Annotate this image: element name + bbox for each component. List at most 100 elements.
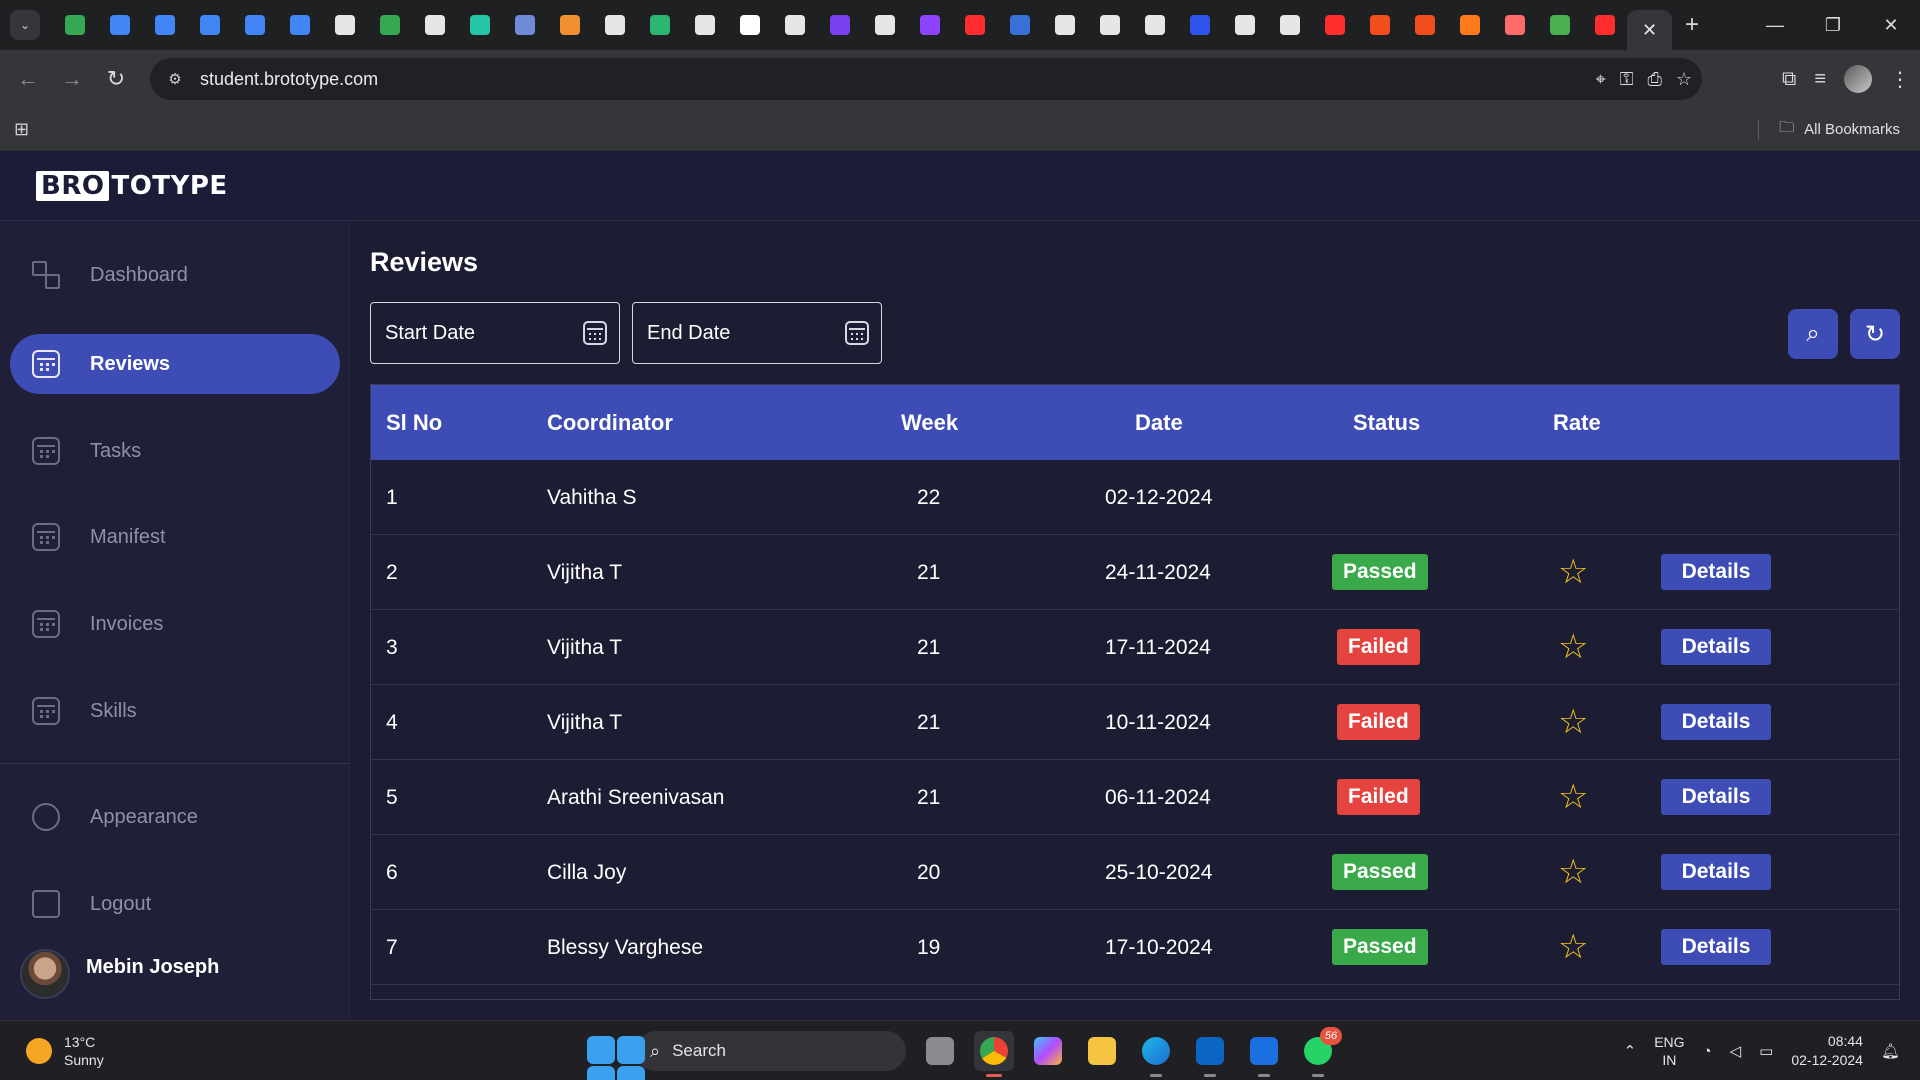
sidebar-item-skills[interactable]: Skills bbox=[10, 681, 340, 741]
star-rating-icon[interactable]: ☆ bbox=[1558, 760, 1588, 835]
media-controls-icon[interactable]: ≡ bbox=[1814, 68, 1826, 91]
install-app-icon[interactable]: ⎙ bbox=[1647, 69, 1661, 90]
browser-tab[interactable] bbox=[637, 0, 682, 50]
new-tab-button[interactable]: + bbox=[1672, 0, 1712, 50]
browser-tab[interactable] bbox=[1582, 0, 1627, 50]
browser-tab[interactable] bbox=[682, 0, 727, 50]
language-indicator[interactable]: ENG IN bbox=[1654, 1033, 1684, 1069]
minimize-button[interactable]: — bbox=[1746, 0, 1804, 50]
browser-tab[interactable] bbox=[817, 0, 862, 50]
close-window-button[interactable]: ✕ bbox=[1862, 0, 1920, 50]
browser-tab[interactable] bbox=[97, 0, 142, 50]
volume-icon[interactable]: ◁ bbox=[1730, 1042, 1742, 1060]
sidebar-item-appearance[interactable]: Appearance bbox=[10, 787, 340, 847]
taskbar-search[interactable]: ⌕ Search bbox=[636, 1031, 906, 1071]
tab-active-close[interactable]: ✕ bbox=[1627, 10, 1672, 50]
start-button[interactable] bbox=[582, 1031, 645, 1080]
browser-tab[interactable] bbox=[1087, 0, 1132, 50]
browser-tab[interactable] bbox=[547, 0, 592, 50]
browser-tab[interactable] bbox=[52, 0, 97, 50]
copilot-app[interactable] bbox=[1028, 1031, 1068, 1071]
details-button[interactable]: Details bbox=[1661, 704, 1771, 740]
browser-tab[interactable] bbox=[772, 0, 817, 50]
chrome-app[interactable] bbox=[974, 1031, 1014, 1077]
sidebar-item-logout[interactable]: Logout bbox=[10, 874, 340, 934]
star-rating-icon[interactable]: ☆ bbox=[1558, 835, 1588, 910]
start-date-field[interactable]: Start Date bbox=[370, 302, 620, 364]
wifi-icon[interactable]: ◔ bbox=[1703, 1043, 1712, 1060]
browser-tab[interactable] bbox=[1402, 0, 1447, 50]
chevron-up-icon[interactable]: ⌃ bbox=[1624, 1042, 1637, 1060]
password-key-icon[interactable]: ⚿ bbox=[1620, 69, 1634, 90]
browser-tab[interactable] bbox=[952, 0, 997, 50]
sidebar-item-manifest[interactable]: Manifest bbox=[10, 507, 340, 567]
end-date-field[interactable]: End Date bbox=[632, 302, 882, 364]
extensions-icon[interactable]: ⧉ bbox=[1782, 68, 1796, 91]
star-rating-icon[interactable]: ☆ bbox=[1558, 535, 1588, 610]
writer-app[interactable] bbox=[1244, 1031, 1284, 1077]
details-button[interactable]: Details bbox=[1661, 629, 1771, 665]
location-icon[interactable]: ⌖ bbox=[1596, 69, 1606, 90]
browser-tab[interactable] bbox=[592, 0, 637, 50]
site-info-icon[interactable]: ⚙ bbox=[160, 64, 190, 94]
edge-app[interactable] bbox=[1136, 1031, 1176, 1077]
browser-tab[interactable] bbox=[1357, 0, 1402, 50]
whatsapp-app[interactable]: 56 bbox=[1298, 1027, 1342, 1077]
sidebar-item-invoices[interactable]: Invoices bbox=[10, 594, 340, 654]
calendar-icon[interactable] bbox=[583, 321, 607, 345]
linkedin-app[interactable] bbox=[1190, 1031, 1230, 1077]
browser-tab[interactable] bbox=[142, 0, 187, 50]
browser-tab[interactable] bbox=[322, 0, 367, 50]
all-bookmarks-link[interactable]: All Bookmarks bbox=[1804, 121, 1900, 138]
browser-tab[interactable] bbox=[1312, 0, 1357, 50]
browser-tab[interactable] bbox=[1537, 0, 1582, 50]
browser-tab[interactable] bbox=[1042, 0, 1087, 50]
details-button[interactable]: Details bbox=[1661, 929, 1771, 965]
sidebar-item-dashboard[interactable]: Dashboard bbox=[10, 245, 340, 305]
browser-tab[interactable] bbox=[1132, 0, 1177, 50]
sidebar-item-reviews[interactable]: Reviews bbox=[10, 334, 340, 394]
star-rating-icon[interactable]: ☆ bbox=[1558, 910, 1588, 985]
forward-button[interactable]: → bbox=[50, 57, 94, 101]
reload-button[interactable]: ↻ bbox=[94, 57, 138, 101]
back-button[interactable]: ← bbox=[6, 57, 50, 101]
browser-tab[interactable] bbox=[457, 0, 502, 50]
battery-icon[interactable]: ▭ bbox=[1759, 1042, 1773, 1060]
details-button[interactable]: Details bbox=[1661, 779, 1771, 815]
sidebar-item-tasks[interactable]: Tasks bbox=[10, 421, 340, 481]
browser-tab[interactable] bbox=[367, 0, 412, 50]
notification-bell-icon[interactable]: 🔔︎ bbox=[1881, 1042, 1900, 1060]
browser-tab[interactable] bbox=[727, 0, 772, 50]
browser-tab[interactable] bbox=[277, 0, 322, 50]
star-rating-icon[interactable]: ☆ bbox=[1558, 685, 1588, 760]
file-explorer-app[interactable] bbox=[1082, 1031, 1122, 1071]
brototype-logo[interactable]: BRO TOTYPE bbox=[36, 170, 228, 201]
task-view-button[interactable] bbox=[920, 1031, 960, 1071]
clock[interactable]: 08:44 02-12-2024 bbox=[1791, 1032, 1863, 1070]
refresh-button[interactable]: ↻ bbox=[1850, 309, 1900, 359]
browser-tab[interactable] bbox=[907, 0, 952, 50]
browser-tab[interactable] bbox=[502, 0, 547, 50]
browser-tab[interactable] bbox=[1492, 0, 1537, 50]
profile-avatar[interactable] bbox=[1844, 65, 1872, 93]
browser-tab[interactable] bbox=[1177, 0, 1222, 50]
browser-tab[interactable] bbox=[187, 0, 232, 50]
star-rating-icon[interactable]: ☆ bbox=[1558, 610, 1588, 685]
browser-menu-icon[interactable]: ⋮ bbox=[1890, 67, 1910, 92]
browser-tab[interactable] bbox=[1267, 0, 1312, 50]
search-button[interactable]: ⌕ bbox=[1788, 309, 1838, 359]
browser-tab[interactable] bbox=[1222, 0, 1267, 50]
restore-button[interactable]: ❐ bbox=[1804, 0, 1862, 50]
browser-tab[interactable] bbox=[412, 0, 457, 50]
browser-tab[interactable] bbox=[232, 0, 277, 50]
browser-tab[interactable] bbox=[997, 0, 1042, 50]
apps-grid-icon[interactable]: ⊞ bbox=[14, 119, 29, 140]
details-button[interactable]: Details bbox=[1661, 854, 1771, 890]
calendar-icon[interactable] bbox=[845, 321, 869, 345]
details-button[interactable]: Details bbox=[1661, 554, 1771, 590]
tab-search-button[interactable]: ⌄ bbox=[10, 10, 40, 40]
address-url[interactable]: student.brototype.com bbox=[200, 69, 378, 90]
browser-tab[interactable] bbox=[1447, 0, 1492, 50]
browser-tab[interactable] bbox=[862, 0, 907, 50]
user-profile[interactable]: Mebin Joseph bbox=[20, 949, 219, 999]
